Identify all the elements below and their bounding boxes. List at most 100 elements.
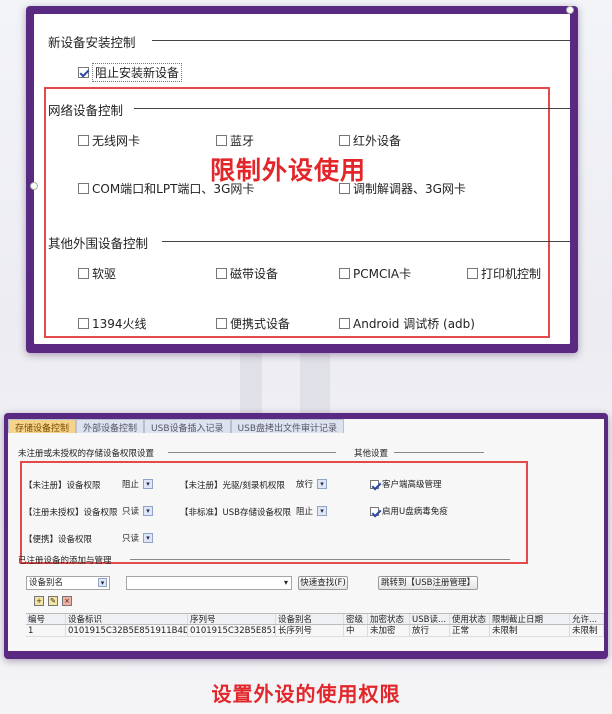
registered-devices-table: 编号 设备标识 序列号 设备别名 密级 加密状态 USB读... 使用状态 限制… xyxy=(26,613,604,637)
checkbox-checked-icon[interactable] xyxy=(370,479,379,489)
peripheral-item-printer[interactable]: 打印机控制 xyxy=(467,265,541,282)
checkbox-icon[interactable] xyxy=(78,318,89,329)
table-header-cell[interactable]: 限制截止日期 xyxy=(490,614,570,624)
checkbox-icon[interactable] xyxy=(467,268,478,279)
checkbox-icon[interactable] xyxy=(216,268,227,279)
filter-field-select[interactable]: 设备别名 ▾ xyxy=(26,576,110,590)
perm-select-nonstandard[interactable]: 阻止 ▾ xyxy=(296,505,328,517)
section-divider xyxy=(394,452,484,453)
dropdown-arrow-icon[interactable]: ▾ xyxy=(143,533,154,543)
perm-select-value: 放行 xyxy=(296,480,314,490)
peripheral-item-label: 磁带设备 xyxy=(230,267,279,281)
tab-storage-control[interactable]: 存储设备控制 xyxy=(8,419,77,433)
checkbox-icon[interactable] xyxy=(78,268,89,279)
checkbox-icon[interactable] xyxy=(78,183,89,194)
dropdown-arrow-icon[interactable]: ▾ xyxy=(317,479,328,489)
tab-usb-insert-log[interactable]: USB设备插入记录 xyxy=(144,419,231,433)
network-item-wifi[interactable]: 无线网卡 xyxy=(78,132,140,149)
network-item-modem[interactable]: 调制解调器、3G网卡 xyxy=(339,180,466,197)
perm-select-portable[interactable]: 只读 ▾ xyxy=(122,532,154,544)
table-header-cell[interactable]: 设备标识 xyxy=(66,614,188,624)
perm-select-value: 阻止 xyxy=(296,507,314,517)
dropdown-arrow-icon[interactable]: ▾ xyxy=(98,578,107,587)
table-header-cell[interactable]: 编号 xyxy=(26,614,66,624)
section-title-unregistered: 未注册或未授权的存储设备权限设置 xyxy=(18,449,155,459)
section-divider xyxy=(168,452,336,453)
option-client-advanced[interactable]: 客户端高级管理 xyxy=(370,478,442,490)
table-cell: 未限制 xyxy=(490,625,570,636)
network-item-label: 调制解调器、3G网卡 xyxy=(353,182,466,196)
peripheral-item-floppy[interactable]: 软驱 xyxy=(78,265,116,282)
checkbox-icon[interactable] xyxy=(339,135,350,146)
jump-usb-register-button[interactable]: 跳转到【USB注册管理】 xyxy=(378,576,478,590)
chevron-down-icon[interactable]: ▾ xyxy=(284,577,288,589)
network-item-bluetooth[interactable]: 蓝牙 xyxy=(216,132,254,149)
block-install-checkbox[interactable]: 阻止安装新设备 xyxy=(78,63,183,82)
table-cell: 0101915C32B5E8519... xyxy=(188,625,276,636)
network-item-label: 蓝牙 xyxy=(230,134,255,148)
section-title-other-settings: 其他设置 xyxy=(354,449,389,459)
peripheral-item-pcmcia[interactable]: PCMCIA卡 xyxy=(339,265,411,282)
add-icon[interactable]: + xyxy=(34,596,44,606)
table-cell: 0101915C32B5E851911B4DAD9... xyxy=(66,625,188,636)
table-cell: 正常 xyxy=(450,625,490,636)
search-input[interactable]: ▾ xyxy=(126,576,292,590)
dropdown-arrow-icon[interactable]: ▾ xyxy=(317,506,328,516)
section-divider xyxy=(152,40,570,41)
checkbox-icon[interactable] xyxy=(78,135,89,146)
option-label: 启用U盘病毒免疫 xyxy=(382,507,448,517)
perm-label-cdrom: 【未注册】光驱/刻录机权限 xyxy=(180,481,285,491)
perm-select-unauthorized[interactable]: 只读 ▾ xyxy=(122,505,154,517)
dropdown-arrow-icon[interactable]: ▾ xyxy=(143,479,154,489)
perm-select-cdrom[interactable]: 放行 ▾ xyxy=(296,478,328,490)
table-header-cell[interactable]: 设备别名 xyxy=(276,614,344,624)
table-header-cell[interactable]: 密级 xyxy=(344,614,368,624)
network-item-infrared[interactable]: 红外设备 xyxy=(339,132,401,149)
peripheral-item-portable[interactable]: 便携式设备 xyxy=(216,315,290,332)
peripheral-item-tape[interactable]: 磁带设备 xyxy=(216,265,278,282)
perm-label-unauthorized: 【注册未授权】设备权限 xyxy=(24,508,118,518)
screenshot-frame-bottom: 存储设备控制 外部设备控制 USB设备插入记录 USB盘拷出文件审计记录 未注册… xyxy=(4,413,608,659)
option-usb-immunity[interactable]: 启用U盘病毒免疫 xyxy=(370,505,448,517)
perm-label-unregistered: 【未注册】设备权限 xyxy=(24,481,101,491)
table-header-cell[interactable]: 允许... xyxy=(570,614,604,624)
perm-select-value: 阻止 xyxy=(122,480,140,490)
table-header-cell[interactable]: 加密状态 xyxy=(368,614,410,624)
section-divider xyxy=(162,241,570,242)
section-divider xyxy=(130,559,510,560)
table-cell: 未限制 xyxy=(570,625,604,636)
table-cell: 放行 xyxy=(410,625,450,636)
table-header-cell[interactable]: 序列号 xyxy=(188,614,276,624)
network-item-label: COM端口和LPT端口、3G网卡 xyxy=(92,182,255,196)
table-row[interactable]: 1 0101915C32B5E851911B4DAD9... 0101915C3… xyxy=(26,625,604,637)
peripheral-item-label: Android 调试桥 (adb) xyxy=(353,317,475,331)
tab-usb-copy-audit[interactable]: USB盘拷出文件审计记录 xyxy=(230,419,344,433)
table-cell: 未加密 xyxy=(368,625,410,636)
perm-select-unregistered[interactable]: 阻止 ▾ xyxy=(122,478,154,490)
quick-find-button[interactable]: 快速查找(F) xyxy=(298,576,348,590)
peripheral-item-1394[interactable]: 1394火线 xyxy=(78,315,147,332)
peripheral-item-label: 1394火线 xyxy=(92,317,147,331)
dropdown-arrow-icon[interactable]: ▾ xyxy=(143,506,154,516)
checkbox-checked-icon[interactable] xyxy=(370,506,379,516)
option-label: 客户端高级管理 xyxy=(382,480,442,490)
perm-select-value: 只读 xyxy=(122,507,140,517)
tab-external-control[interactable]: 外部设备控制 xyxy=(76,419,145,433)
table-header-cell[interactable]: USB读... xyxy=(410,614,450,624)
screenshot-frame-top: 新设备安装控制 阻止安装新设备 网络设备控制 无线网卡 蓝牙 红外设备 限制外设… xyxy=(26,6,578,353)
network-item-com-lpt[interactable]: COM端口和LPT端口、3G网卡 xyxy=(78,180,254,197)
block-install-label: 阻止安装新设备 xyxy=(92,63,183,82)
checkbox-checked-icon[interactable] xyxy=(78,67,89,78)
checkbox-icon[interactable] xyxy=(339,318,350,329)
checkbox-icon[interactable] xyxy=(216,135,227,146)
delete-icon[interactable]: × xyxy=(62,596,72,606)
peripheral-item-adb[interactable]: Android 调试桥 (adb) xyxy=(339,315,475,332)
checkbox-icon[interactable] xyxy=(216,318,227,329)
edit-icon[interactable]: ✎ xyxy=(48,596,58,606)
table-header-cell[interactable]: 使用状态 xyxy=(450,614,490,624)
checkbox-icon[interactable] xyxy=(339,268,350,279)
tab-bar: 存储设备控制 外部设备控制 USB设备插入记录 USB盘拷出文件审计记录 xyxy=(8,419,368,433)
section-title-peripheral: 其他外围设备控制 xyxy=(48,233,157,252)
checkbox-icon[interactable] xyxy=(339,183,350,194)
page-caption: 设置外设的使用权限 xyxy=(211,682,401,706)
